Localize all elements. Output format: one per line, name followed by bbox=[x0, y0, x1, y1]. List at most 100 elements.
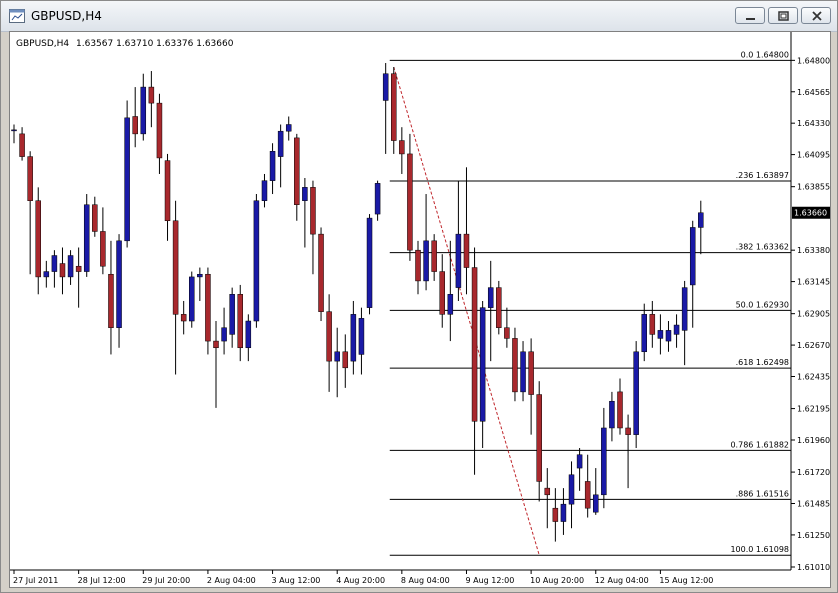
candle-body bbox=[59, 263, 66, 278]
y-tick-label: 1.62195 bbox=[797, 405, 830, 414]
x-tick-label: 2 Aug 04:00 bbox=[207, 576, 256, 585]
candle-body bbox=[197, 273, 203, 278]
candle-body bbox=[576, 454, 583, 469]
candle-body bbox=[164, 160, 171, 222]
candle-body bbox=[342, 351, 349, 369]
candle-body bbox=[463, 233, 470, 268]
candle-body bbox=[657, 330, 664, 339]
candle-body bbox=[180, 314, 187, 322]
candle-body bbox=[229, 294, 235, 335]
y-tick-label: 1.64565 bbox=[797, 88, 830, 97]
candle-body bbox=[625, 427, 631, 435]
candle-body bbox=[294, 137, 300, 205]
candle-body bbox=[67, 255, 74, 278]
candle-body bbox=[681, 287, 688, 331]
fib-level-label: .886 1.61516 bbox=[736, 489, 789, 498]
candle-body bbox=[302, 187, 308, 201]
y-tick-label: 1.64095 bbox=[797, 151, 830, 160]
x-tick-label: 4 Aug 20:00 bbox=[336, 576, 385, 585]
candle-body bbox=[544, 487, 551, 496]
candle-body bbox=[374, 183, 381, 215]
candle-body bbox=[698, 212, 704, 228]
x-tick-label: 27 Jul 2011 bbox=[13, 576, 58, 585]
window-title: GBPUSD,H4 bbox=[31, 9, 102, 23]
y-tick-label: 1.61010 bbox=[797, 563, 830, 572]
candle-body bbox=[237, 294, 243, 349]
candle-body bbox=[285, 124, 292, 132]
close-icon bbox=[812, 11, 822, 21]
close-button[interactable] bbox=[801, 7, 831, 24]
candle-body bbox=[487, 287, 494, 308]
candle-body bbox=[269, 151, 276, 181]
candle-body bbox=[11, 129, 17, 132]
candle-body bbox=[633, 351, 639, 435]
candle-body bbox=[334, 351, 340, 362]
candle-body bbox=[601, 427, 607, 496]
candle-body bbox=[504, 327, 510, 339]
y-tick-label: 1.62905 bbox=[797, 310, 830, 319]
y-tick-label: 1.63145 bbox=[797, 278, 830, 287]
candle-body bbox=[479, 307, 486, 422]
y-tick-label: 1.61720 bbox=[797, 468, 830, 477]
candle-body bbox=[366, 217, 373, 308]
fib-level-label: 50.0 1.62930 bbox=[736, 300, 789, 309]
candle-body bbox=[318, 233, 324, 312]
ohlc-label: 1.63567 1.63710 1.63376 1.63660 bbox=[76, 39, 234, 49]
fib-level-label: .236 1.63897 bbox=[736, 171, 789, 180]
candle-body bbox=[277, 130, 284, 157]
fib-level-label: 100.0 1.61098 bbox=[730, 545, 789, 554]
candle-body bbox=[447, 294, 454, 315]
x-tick-label: 9 Aug 12:00 bbox=[465, 576, 514, 585]
candle-body bbox=[172, 220, 179, 315]
x-tick-label: 3 Aug 12:00 bbox=[272, 576, 321, 585]
candle-body bbox=[391, 73, 397, 141]
y-tick-label: 1.63380 bbox=[797, 246, 830, 255]
title-bar[interactable]: GBPUSD,H4 bbox=[1, 1, 837, 32]
x-tick-label: 29 Jul 20:00 bbox=[142, 576, 190, 585]
candle-body bbox=[358, 318, 365, 355]
candle-body bbox=[116, 240, 122, 328]
y-tick-label: 1.64800 bbox=[797, 56, 830, 65]
candle-body bbox=[43, 271, 50, 278]
x-tick-label: 8 Aug 04:00 bbox=[401, 576, 450, 585]
candle-body bbox=[310, 187, 316, 235]
candle-body bbox=[552, 507, 559, 522]
candle-body bbox=[92, 204, 98, 232]
candle-body bbox=[560, 503, 567, 522]
chart-window: GBPUSD,H4 1.64800 1.64565 1.64330 1.64095 1.… bbox=[0, 0, 838, 593]
candle-body bbox=[156, 102, 163, 159]
candle-body bbox=[673, 324, 680, 335]
minimize-button[interactable] bbox=[735, 7, 765, 24]
candle-body bbox=[326, 311, 332, 362]
candle-body bbox=[148, 86, 155, 104]
fib-level-label: .618 1.62498 bbox=[736, 358, 789, 367]
candle-body bbox=[382, 73, 389, 101]
candle-body bbox=[205, 273, 211, 342]
candle-body bbox=[471, 267, 478, 422]
chart-area[interactable]: 1.64800 1.64565 1.64330 1.64095 1.63855 1.633… bbox=[9, 31, 831, 588]
candle-body bbox=[584, 481, 591, 509]
fib-level-label: .382 1.63362 bbox=[736, 243, 789, 252]
candle-body bbox=[221, 327, 227, 342]
candle-body bbox=[83, 204, 90, 272]
y-tick-label: 1.61250 bbox=[797, 531, 830, 540]
y-tick-label: 1.63855 bbox=[797, 183, 830, 192]
candle-body bbox=[415, 249, 421, 282]
x-tick-label: 10 Aug 20:00 bbox=[530, 576, 584, 585]
chart-window-icon bbox=[9, 9, 25, 23]
candle-body bbox=[51, 255, 58, 272]
candlestick-chart[interactable]: 1.64800 1.64565 1.64330 1.64095 1.63855 1.633… bbox=[10, 32, 830, 587]
y-tick-label: 1.64330 bbox=[797, 119, 830, 128]
candle-body bbox=[75, 265, 82, 272]
candle-body bbox=[423, 240, 429, 282]
restore-button[interactable] bbox=[768, 7, 798, 24]
fib-level-label: 0.786 1.61882 bbox=[730, 440, 789, 449]
candle-body bbox=[108, 273, 114, 328]
restore-icon bbox=[778, 11, 789, 21]
candle-body bbox=[496, 287, 502, 328]
candle-body bbox=[350, 314, 357, 362]
candle-body bbox=[431, 240, 437, 272]
candle-body bbox=[528, 351, 534, 395]
y-tick-label: 1.61485 bbox=[797, 500, 830, 509]
candle-body bbox=[689, 227, 696, 286]
